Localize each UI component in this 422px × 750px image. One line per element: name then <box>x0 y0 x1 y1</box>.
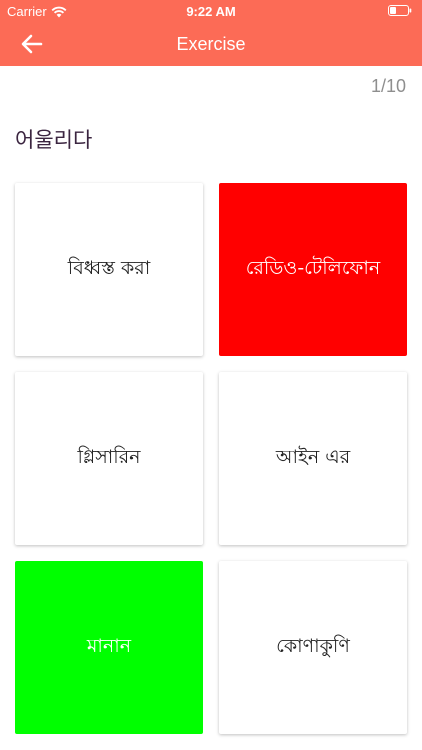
option-label: বিধ্বস্ত করা <box>67 256 151 279</box>
option-card[interactable]: রেডিও-টেলিফোন <box>219 183 407 356</box>
question-word: 어울리다 <box>15 128 93 152</box>
option-label: মানান <box>86 634 132 657</box>
back-button[interactable] <box>12 28 52 60</box>
status-bar: Carrier 9:22 AM <box>0 0 422 22</box>
option-label: আইন এর <box>275 445 351 468</box>
option-label: রেডিও-টেলিফোন <box>245 256 381 279</box>
option-card[interactable]: গ্লিসারিন <box>15 372 203 545</box>
page-title: Exercise <box>176 34 246 54</box>
option-card[interactable]: বিধ্বস্ত করা <box>15 183 203 356</box>
option-card[interactable]: কোণাকুণি <box>219 561 407 734</box>
status-time: 9:22 AM <box>186 4 236 19</box>
progress-counter: 1/10 <box>370 76 406 96</box>
option-card[interactable]: মানান <box>15 561 203 734</box>
battery-icon <box>388 5 412 16</box>
nav-bar: Exercise <box>0 22 422 66</box>
option-label: কোণাকুণি <box>276 634 350 657</box>
option-card[interactable]: আইন এর <box>219 372 407 545</box>
arrow-left-icon <box>21 34 43 54</box>
option-label: গ্লিসারিন <box>77 445 141 468</box>
